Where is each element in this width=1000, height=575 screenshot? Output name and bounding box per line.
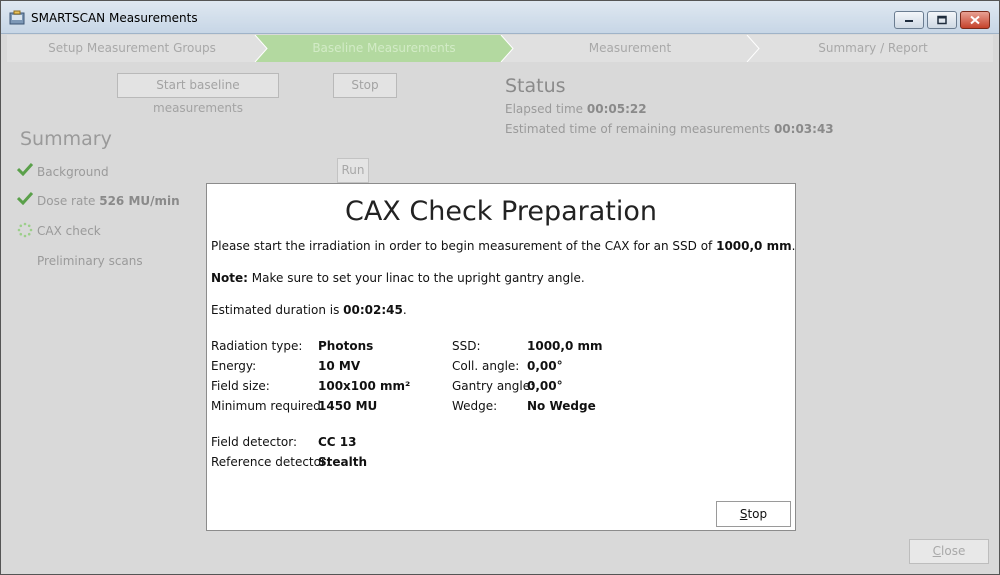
stop-button[interactable]: Stop [333,73,397,98]
close-icon [970,15,980,25]
param-label: Coll. angle: [452,359,520,373]
detector-label: Reference detector: [211,455,330,469]
summary-item-cax-check: CAX check [37,224,101,238]
dialog-stop-button[interactable]: Stop [716,501,791,527]
step-summary-report[interactable]: Summary / Report [753,35,993,62]
param-value: No Wedge [527,399,596,413]
elapsed-time: Elapsed time 00:05:22 [505,102,647,116]
param-value: Photons [318,339,374,353]
maximize-icon [937,15,947,25]
main-content: Setup Measurement Groups Baseline Measur… [7,35,993,568]
param-label: SSD: [452,339,481,353]
app-icon [9,10,25,25]
param-value: 1450 MU [318,399,378,413]
detector-label: Field detector: [211,435,298,449]
param-label: Energy: [211,359,257,373]
maximize-button[interactable] [927,11,957,29]
detector-value: Stealth [318,455,368,469]
param-value: 1000,0 mm [527,339,603,353]
summary-title: Summary [20,128,112,150]
window-title: SMARTSCAN Measurements [31,11,198,25]
param-value: 0,00° [527,379,563,393]
summary-item-background: Background [37,165,109,179]
dialog-intro: Please start the irradiation in order to… [211,239,796,253]
dialog-duration: Estimated duration is 00:02:45. [211,303,407,317]
title-bar[interactable]: SMARTSCAN Measurements [1,1,999,34]
step-baseline-measurements[interactable]: Baseline Measurements [261,35,507,62]
check-icon [17,162,33,176]
close-button[interactable]: Close [909,539,989,564]
remaining-time: Estimated time of remaining measurements… [505,122,834,136]
detector-value: CC 13 [318,435,357,449]
param-value: 100x100 mm² [318,379,411,393]
summary-item-preliminary-scans: Preliminary scans [37,254,143,268]
param-label: Wedge: [452,399,498,413]
minimize-icon [905,20,913,22]
param-value: 0,00° [527,359,563,373]
minimize-button[interactable] [894,11,924,29]
step-measurement[interactable]: Measurement [507,35,753,62]
status-title: Status [505,75,566,97]
start-baseline-button[interactable]: Start baseline measurements [117,73,279,115]
summary-item-dose-rate: Dose rate 526 MU/min [37,194,180,208]
param-label: Field size: [211,379,270,393]
wizard-steps: Setup Measurement Groups Baseline Measur… [7,35,993,62]
cax-check-dialog: CAX Check Preparation Please start the i… [206,183,796,531]
dialog-title: CAX Check Preparation [344,196,658,227]
step-setup-measurement-groups[interactable]: Setup Measurement Groups [7,35,257,62]
close-window-button[interactable] [960,11,990,29]
param-value: 10 MV [318,359,361,373]
loading-spinner-icon [17,222,33,238]
param-label: Minimum required: [211,399,325,413]
check-icon [17,191,33,205]
dialog-note: Note: Make sure to set your linac to the… [211,271,585,285]
param-label: Gantry angle: [452,379,535,393]
app-window: SMARTSCAN Measurements Setup Measurement… [0,0,1000,575]
run-button[interactable]: Run [337,158,369,183]
param-label: Radiation type: [211,339,303,353]
